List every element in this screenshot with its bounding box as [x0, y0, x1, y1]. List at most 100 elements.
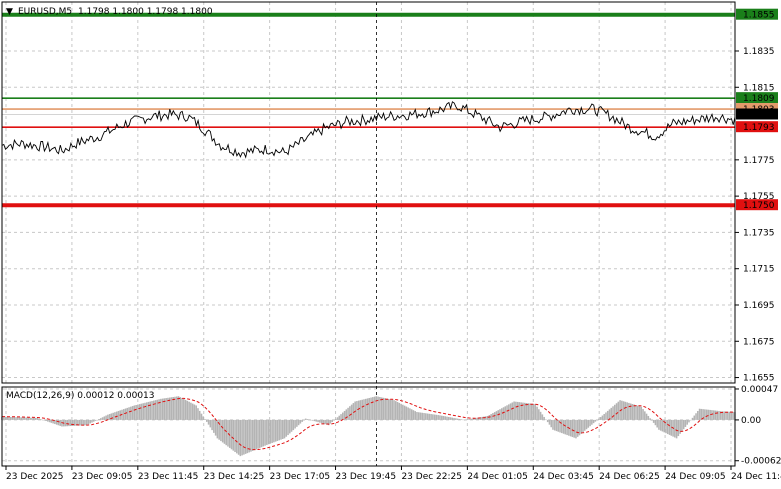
macd-bar — [647, 415, 650, 420]
macd-bar — [372, 397, 374, 420]
macd-bar — [41, 419, 44, 421]
y-tick-label: 1.1735 — [743, 228, 775, 238]
macd-bar — [447, 416, 450, 420]
macd-bar — [442, 415, 445, 420]
macd-bar — [283, 419, 286, 439]
macd-bar — [244, 419, 247, 454]
macd-bar — [359, 400, 362, 420]
macd-bar — [697, 411, 699, 420]
macd-bar — [536, 406, 538, 420]
macd-bar — [280, 419, 282, 440]
macd-bar — [580, 419, 583, 434]
macd-tick-label: 0.00047 — [741, 385, 778, 395]
macd-bar — [628, 402, 630, 420]
macd-bar — [594, 419, 597, 422]
macd-tick-label: 0.00 — [741, 416, 761, 426]
macd-bar — [211, 419, 213, 431]
macd-bar — [423, 413, 425, 420]
macd-bar — [711, 410, 713, 420]
macd-bar — [144, 402, 146, 420]
macd-bar — [278, 419, 280, 441]
macd-bar — [530, 403, 533, 420]
macd-bar — [430, 414, 432, 420]
macd-bar — [539, 411, 542, 420]
macd-bar — [297, 419, 300, 426]
x-tick-label: 23 Dec 14:25 — [204, 472, 265, 482]
macd-bar — [352, 403, 355, 420]
macd-bar — [149, 401, 152, 420]
macd-bar — [230, 419, 233, 450]
macd-bar — [322, 419, 325, 424]
macd-bar — [317, 419, 319, 423]
macd-bar — [258, 419, 261, 448]
macd-bar — [553, 419, 556, 431]
macd-bar — [177, 396, 180, 420]
macd-bar — [451, 417, 454, 420]
macd-bar — [573, 419, 575, 438]
macd-bar — [485, 416, 487, 420]
macd-bar — [246, 419, 249, 454]
macd-bar — [564, 419, 567, 435]
macd-bar — [142, 403, 144, 420]
macd-bar — [534, 404, 537, 420]
macd-bar — [675, 419, 678, 439]
macd-bar — [614, 404, 616, 420]
macd-bar — [656, 419, 658, 428]
macd-bar — [296, 419, 298, 427]
macd-bar — [538, 409, 540, 420]
macd-bar — [541, 414, 544, 420]
macd-bar — [425, 413, 427, 420]
macd-bar — [91, 419, 93, 423]
macd-bar — [483, 416, 485, 420]
macd-bar — [319, 419, 321, 423]
macd-bar — [281, 419, 284, 440]
macd-bar — [502, 407, 505, 420]
macd-bar — [59, 419, 61, 426]
macd-bar — [591, 419, 593, 425]
macd-bar — [644, 411, 646, 420]
macd-bar — [138, 404, 141, 420]
symbol-menu-arrow[interactable]: ▼ — [6, 7, 13, 17]
macd-bar — [403, 405, 406, 420]
macd-label: MACD(12,26,9) 0.00012 0.00013 — [6, 391, 155, 401]
macd-bar — [287, 419, 289, 436]
macd-bar — [691, 417, 694, 420]
macd-bar — [548, 419, 551, 425]
macd-bar — [700, 408, 703, 420]
macd-bar — [490, 414, 492, 420]
macd-bar — [85, 419, 88, 426]
level-label: 1.1809 — [743, 94, 775, 104]
macd-bar — [55, 419, 58, 425]
macd-bar — [38, 418, 40, 420]
macd-bar — [350, 404, 353, 420]
macd-bar — [108, 414, 111, 420]
y-tick-label: 1.1675 — [743, 337, 775, 347]
macd-bar — [310, 419, 312, 421]
macd-bar — [529, 403, 531, 420]
macd-bar — [266, 419, 268, 445]
macd-bar — [181, 398, 183, 420]
macd-bar — [394, 401, 397, 420]
y-tick-label: 1.1715 — [743, 265, 775, 275]
macd-bar — [552, 419, 554, 430]
macd-bar — [234, 419, 236, 453]
macd-bar — [271, 419, 273, 443]
macd-bar — [598, 418, 600, 420]
macd-bar — [384, 398, 386, 420]
macd-bar — [324, 419, 326, 425]
macd-bar — [599, 417, 602, 420]
y-tick-label: 1.1775 — [743, 156, 775, 166]
macd-bar — [276, 419, 279, 441]
macd-bar — [379, 397, 381, 420]
price-chart: 1.18351.18151.17751.17551.17351.17151.16… — [0, 0, 781, 489]
macd-bar — [221, 419, 224, 443]
macd-bar — [197, 408, 199, 420]
macd-bar — [29, 417, 31, 420]
macd-bar — [303, 419, 305, 421]
macd-bar — [689, 419, 692, 421]
macd-bar — [393, 400, 395, 420]
macd-bar — [456, 418, 459, 420]
macd-bar — [667, 419, 669, 435]
macd-bar — [658, 419, 660, 430]
macd-bar — [433, 414, 436, 420]
